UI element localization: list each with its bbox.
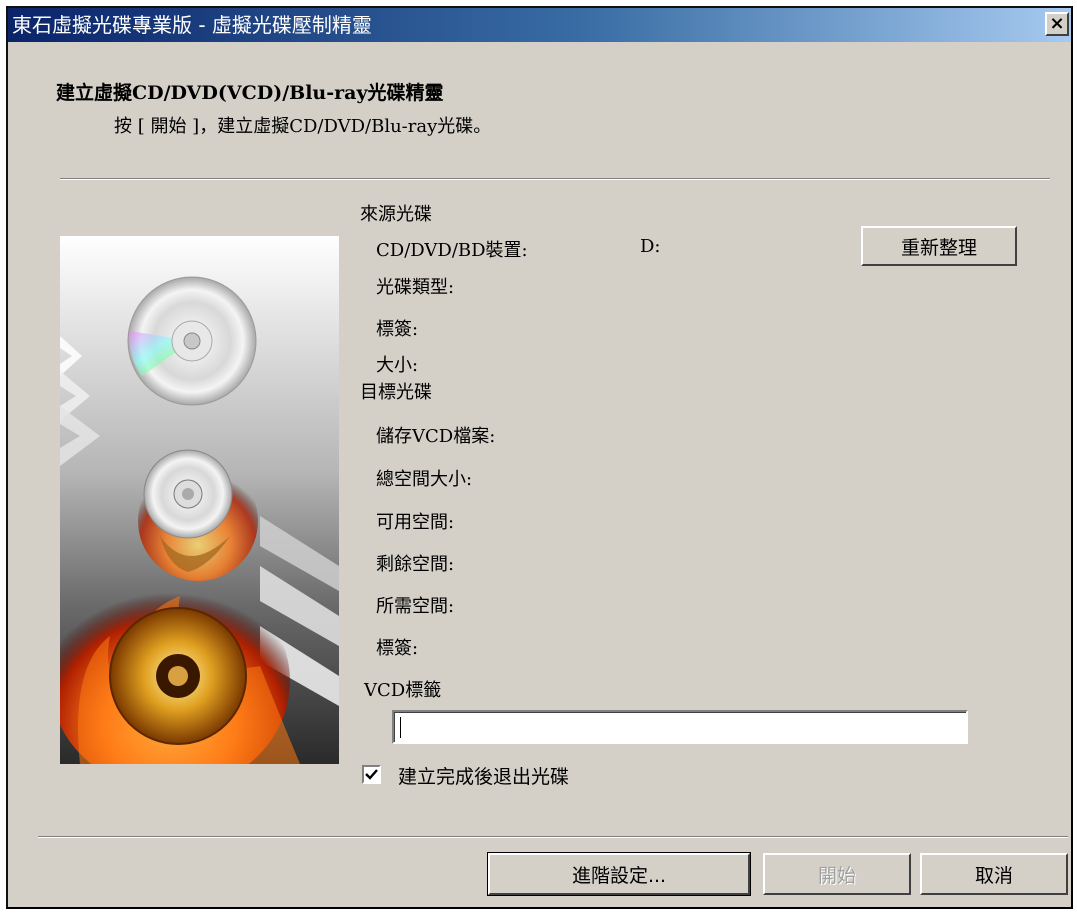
page-heading: 建立虛擬CD/DVD(VCD)/Blu-ray光碟精靈: [56, 82, 444, 104]
target-disc-section-label: 目標光碟: [360, 382, 432, 403]
window-title: 東石虛擬光碟專業版 - 虛擬光碟壓制精靈: [12, 13, 372, 37]
refresh-button[interactable]: 重新整理: [861, 226, 1017, 266]
burning-discs-image: [60, 276, 339, 764]
start-button[interactable]: 開始: [763, 853, 911, 895]
source-disc-section-label: 來源光碟: [360, 204, 432, 225]
bottom-divider: [38, 836, 1068, 838]
total-space-label: 總空間大小:: [376, 469, 473, 490]
advanced-settings-button[interactable]: 進階設定...: [487, 852, 751, 896]
vcd-label-input[interactable]: [392, 710, 968, 744]
save-vcd-label: 儲存VCD檔案:: [376, 426, 496, 447]
required-space-label: 所需空間:: [376, 596, 455, 617]
text-caret: [400, 717, 401, 738]
top-divider: [60, 178, 1050, 180]
free-space-label: 可用空間:: [376, 512, 455, 533]
title-bar[interactable]: 東石虛擬光碟專業版 - 虛擬光碟壓制精靈 ×: [8, 8, 1071, 42]
target-label-label: 標簽:: [376, 638, 419, 659]
wizard-illustration: [60, 236, 339, 764]
page-subheading: 按 [ 開始 ]，建立虛擬CD/DVD/Blu-ray光碟。: [114, 116, 492, 137]
vcd-label-label: VCD標籤: [364, 680, 442, 701]
wizard-window: 東石虛擬光碟專業版 - 虛擬光碟壓制精靈 × 建立虛擬CD/DVD(VCD)/B…: [6, 6, 1073, 909]
device-label: CD/DVD/BD裝置:: [376, 240, 528, 261]
disc-type-label: 光碟類型:: [376, 277, 455, 298]
remaining-space-label: 剩餘空間:: [376, 554, 455, 575]
source-label-label: 標簽:: [376, 319, 419, 340]
size-label: 大小:: [376, 355, 419, 376]
checkmark-icon: [365, 769, 378, 780]
eject-checkbox[interactable]: [362, 765, 381, 784]
close-icon: ×: [1049, 13, 1065, 34]
device-value: D:: [640, 236, 661, 257]
cancel-button[interactable]: 取消: [920, 853, 1068, 895]
eject-checkbox-label[interactable]: 建立完成後退出光碟: [398, 762, 569, 789]
close-button[interactable]: ×: [1045, 12, 1069, 36]
